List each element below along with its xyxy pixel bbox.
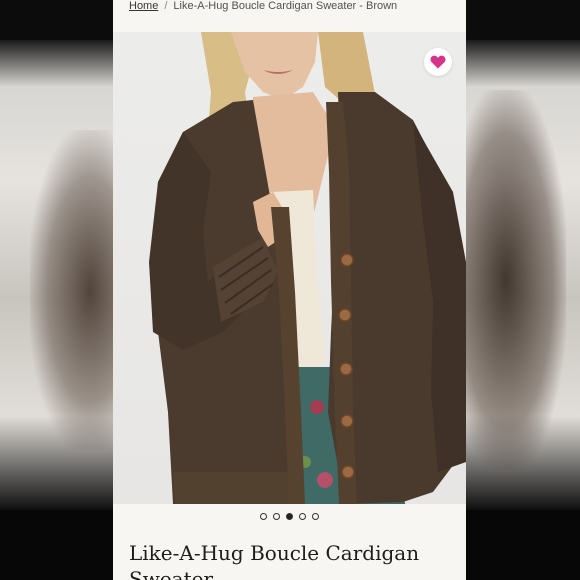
product-image[interactable]	[113, 32, 466, 504]
product-page: Home / Like-A-Hug Boucle Cardigan Sweater …	[113, 0, 466, 580]
product-photo-illustration	[149, 32, 466, 504]
wishlist-button[interactable]	[424, 48, 452, 76]
breadcrumb: Home / Like-A-Hug Boucle Cardigan Sweater …	[129, 0, 397, 18]
breadcrumb-home-link[interactable]: Home	[129, 0, 158, 12]
blurred-background-right	[466, 0, 580, 580]
carousel-dot[interactable]	[312, 513, 319, 520]
heart-icon	[430, 55, 446, 69]
carousel-dot[interactable]	[260, 513, 267, 520]
breadcrumb-current: Like-A-Hug Boucle Cardigan Sweater - Bro…	[173, 0, 398, 12]
carousel-indicators	[113, 513, 466, 525]
breadcrumb-separator: /	[164, 0, 168, 12]
carousel-dot[interactable]	[299, 513, 306, 520]
blurred-background-left	[0, 0, 113, 580]
carousel-dot[interactable]	[273, 513, 280, 520]
carousel-dot[interactable]	[286, 513, 293, 520]
product-title: Like-A-Hug Boucle Cardigan Sweater	[129, 541, 420, 580]
